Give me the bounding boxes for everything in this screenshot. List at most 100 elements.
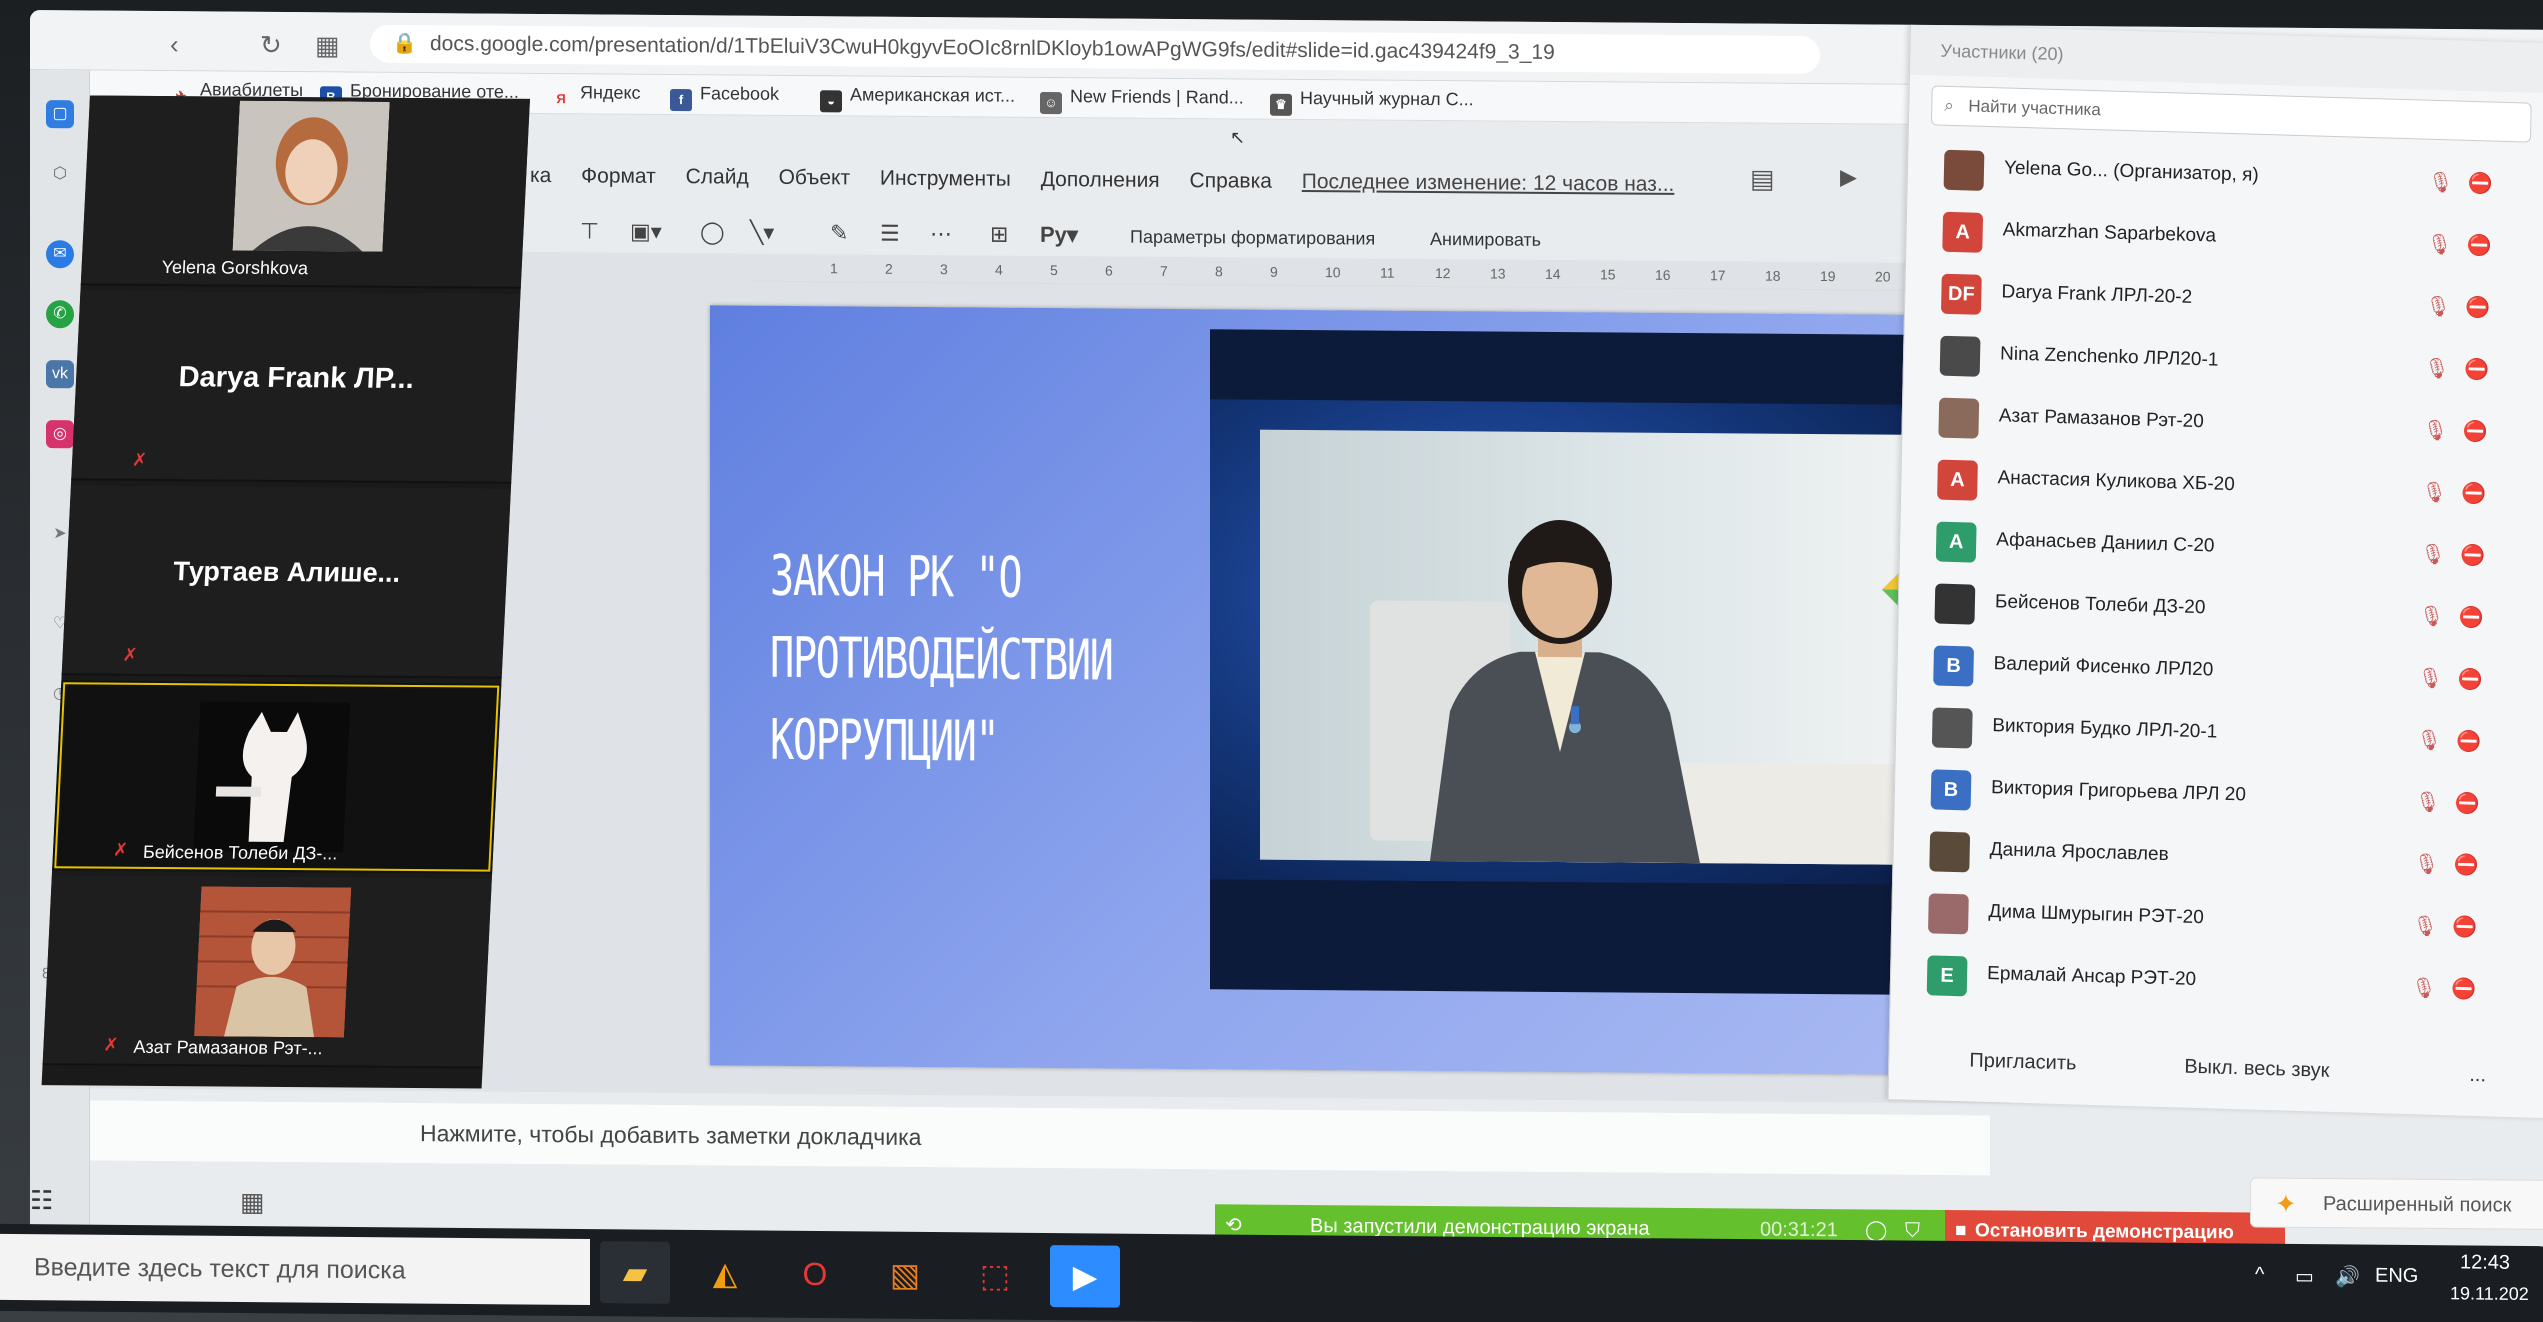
- textbox-icon[interactable]: ⊤: [580, 218, 599, 244]
- menu-item[interactable]: ка: [530, 164, 551, 187]
- instagram-icon[interactable]: ◎: [46, 420, 74, 449]
- video-tile-active[interactable]: ✗ Бейсенов Толеби ДЗ-...: [52, 680, 502, 874]
- video-tile[interactable]: Yelena Gorshkova: [80, 95, 530, 289]
- mic-muted-icon[interactable]: 🎙: [2412, 913, 2438, 939]
- mic-muted-icon[interactable]: 🎙: [2428, 170, 2454, 196]
- participant-name: Азат Рамазанов Рэт-20: [1998, 405, 2205, 433]
- grid-view-icon[interactable]: ▦: [240, 1187, 265, 1218]
- camera-off-icon[interactable]: ⛔: [2452, 914, 2477, 940]
- mic-muted-icon: ✗: [122, 644, 139, 665]
- format-options-button[interactable]: Параметры форматирования: [1130, 227, 1375, 250]
- input-tools-icon[interactable]: Pу▾: [1040, 222, 1078, 248]
- back-icon[interactable]: ‹: [170, 29, 179, 60]
- clock-time[interactable]: 12:43: [2460, 1251, 2510, 1274]
- battery-icon[interactable]: ▭: [2295, 1264, 2314, 1289]
- mic-muted-icon[interactable]: 🎙: [2411, 975, 2437, 1001]
- camera-off-icon[interactable]: ⛔: [2468, 171, 2493, 197]
- line-weight-icon[interactable]: ☰: [880, 221, 900, 247]
- bookmark-4[interactable]: ◒ Американская ист...: [820, 84, 1015, 114]
- line-icon[interactable]: ╲▾: [750, 220, 774, 246]
- workspace-icon[interactable]: ▢: [46, 100, 74, 129]
- pen-icon[interactable]: ✎: [830, 220, 848, 246]
- mic-muted-icon[interactable]: 🎙: [2420, 541, 2446, 567]
- shape-icon[interactable]: ◯: [700, 219, 725, 245]
- address-bar[interactable]: 🔒 docs.google.com/presentation/d/1TbElui…: [370, 24, 1820, 75]
- bookmark-5[interactable]: ☺ New Friends | Rand...: [1040, 86, 1244, 116]
- menu-slide[interactable]: Слайд: [686, 165, 749, 188]
- bookmark-6[interactable]: ♛ Научный журнал С...: [1270, 88, 1474, 118]
- mic-muted-icon[interactable]: 🎙: [2423, 418, 2449, 444]
- whatsapp-icon[interactable]: ✆: [46, 300, 74, 329]
- mic-muted-icon[interactable]: 🎙: [2425, 294, 2451, 320]
- zoom-app-icon[interactable]: ▶: [1050, 1245, 1120, 1308]
- facebook-icon: f: [670, 89, 692, 112]
- menu-format[interactable]: Формат: [581, 164, 656, 188]
- camera-off-icon[interactable]: ⛔: [2457, 667, 2482, 693]
- camera-off-icon[interactable]: ⛔: [2463, 419, 2488, 445]
- reload-icon[interactable]: ↻: [260, 30, 282, 61]
- camera-off-icon[interactable]: ⛔: [2451, 976, 2476, 1002]
- camera-off-icon[interactable]: ⛔: [2460, 543, 2485, 569]
- mic-muted-icon[interactable]: 🎙: [2416, 727, 2442, 753]
- last-edit-link[interactable]: Последнее изменение: 12 часов наз...: [1302, 170, 1675, 196]
- menu-tools[interactable]: Инструменты: [880, 167, 1011, 191]
- menu-object[interactable]: Объект: [779, 166, 851, 190]
- animate-button[interactable]: Анимировать: [1430, 229, 1541, 251]
- mic-muted-icon[interactable]: 🎙: [2413, 851, 2439, 877]
- camera-off-icon[interactable]: ⛔: [2455, 790, 2480, 816]
- vk-icon[interactable]: vk: [46, 360, 74, 389]
- camera-off-icon[interactable]: ⛔: [2456, 729, 2481, 755]
- mute-all-button[interactable]: Выкл. весь звук: [2184, 1056, 2330, 1083]
- camera-off-icon[interactable]: ⛔: [2461, 481, 2486, 507]
- pdf-reader-icon[interactable]: ⬚: [960, 1244, 1030, 1307]
- more-button[interactable]: ...: [2469, 1064, 2486, 1087]
- participant-avatar: [1938, 397, 1980, 439]
- speaker-notes[interactable]: Нажмите, чтобы добавить заметки докладчи…: [90, 1100, 1990, 1176]
- avast-icon[interactable]: ◭: [690, 1242, 760, 1305]
- camera-off-icon[interactable]: ⛔: [2453, 852, 2478, 878]
- messenger-icon[interactable]: ✉: [46, 240, 74, 269]
- lock-icon: 🔒: [392, 32, 417, 56]
- video-tile[interactable]: Darya Frank ЛР... ✗: [71, 290, 521, 484]
- camera-off-icon[interactable]: ⛔: [2464, 357, 2489, 383]
- language-indicator[interactable]: ENG: [2375, 1265, 2418, 1288]
- embedded-video[interactable]: [1210, 329, 1930, 995]
- menu-help[interactable]: Справка: [1190, 169, 1272, 193]
- video-tile[interactable]: Туртаев Алише... ✗: [61, 485, 511, 679]
- comment-icon[interactable]: ▤: [1750, 164, 1775, 195]
- slide-title[interactable]: ЗАКОН РК "О ПРОТИВОДЕЙСТВИИ КОРРУПЦИИ": [770, 536, 1113, 784]
- participant-avatar: B: [1933, 645, 1975, 687]
- volume-icon[interactable]: 🔊: [2335, 1264, 2360, 1289]
- line-dash-icon[interactable]: ⋯: [930, 221, 952, 247]
- video-tile[interactable]: ✗ Азат Рамазанов Рэт-...: [42, 875, 492, 1069]
- mic-muted-icon[interactable]: 🎙: [2417, 665, 2443, 691]
- present-icon[interactable]: ▶: [1840, 164, 1857, 190]
- menu-addons[interactable]: Дополнения: [1041, 168, 1160, 192]
- advanced-search-button[interactable]: ✦ Расширенный поиск: [2250, 1177, 2543, 1230]
- taskbar-search-input[interactable]: Введите здесь текст для поиска: [0, 1233, 590, 1306]
- camera-off-icon[interactable]: ⛔: [2459, 605, 2484, 631]
- filmstrip-view-icon[interactable]: ☷: [30, 1185, 53, 1216]
- clock-date[interactable]: 19.11.202: [2450, 1283, 2529, 1305]
- camera-off-icon[interactable]: ⛔: [2465, 295, 2490, 321]
- image-icon[interactable]: ▣▾: [630, 219, 662, 245]
- chevron-up-icon[interactable]: ^: [2255, 1264, 2264, 1287]
- mic-muted-icon[interactable]: 🎙: [2424, 356, 2450, 382]
- opera-icon[interactable]: O: [780, 1243, 850, 1306]
- mic-muted-icon[interactable]: 🎙: [2426, 232, 2452, 258]
- invite-button[interactable]: Пригласить: [1969, 1049, 2077, 1075]
- comment-add-icon[interactable]: ⊞: [990, 222, 1008, 248]
- mic-muted-icon[interactable]: 🎙: [2419, 603, 2445, 629]
- mic-muted-icon[interactable]: 🎙: [2421, 480, 2447, 506]
- store-app-icon[interactable]: ▧: [870, 1243, 940, 1306]
- bookmark-3[interactable]: f Facebook: [670, 83, 779, 112]
- camera-off-icon[interactable]: ⛔: [2466, 233, 2491, 259]
- bookmark-2[interactable]: Я Яндекс: [550, 82, 640, 111]
- speed-dial-icon[interactable]: ⬡: [46, 160, 74, 188]
- participant-avatar: E: [1926, 955, 1968, 997]
- mic-muted-icon[interactable]: 🎙: [2415, 789, 2441, 815]
- participant-search-input[interactable]: ⌕ Найти участника: [1930, 85, 2532, 143]
- slide-canvas[interactable]: ЗАКОН РК "О ПРОТИВОДЕЙСТВИИ КОРРУПЦИИ": [710, 305, 1960, 1076]
- file-explorer-icon[interactable]: ▰: [600, 1241, 670, 1304]
- tabs-grid-icon[interactable]: ▦: [315, 30, 340, 61]
